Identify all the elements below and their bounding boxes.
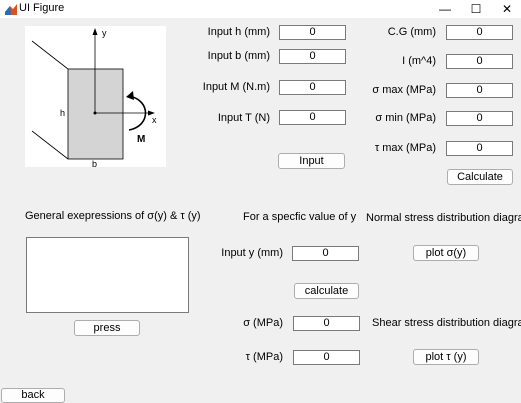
plot-sigma-button[interactable]: plot σ(y) bbox=[413, 245, 479, 261]
maximize-button[interactable]: ☐ bbox=[461, 0, 491, 18]
diagram-label-h: h bbox=[60, 108, 65, 118]
diagram-label-moment: M bbox=[137, 134, 145, 145]
cross-section-svg: y x h b M bbox=[31, 28, 157, 169]
input-h-field[interactable]: 0 bbox=[279, 25, 346, 40]
general-expressions-label: General exepressions of σ(y) & τ (y) bbox=[25, 210, 201, 222]
input-y-label: Input y (mm) bbox=[221, 247, 283, 259]
calculate-top-button[interactable]: Calculate bbox=[447, 169, 513, 185]
title-bar: UI Figure — ☐ ✕ bbox=[0, 0, 521, 18]
expressions-textarea[interactable] bbox=[26, 237, 189, 313]
input-y-field[interactable]: 0 bbox=[292, 246, 359, 261]
sigma-label: σ (MPa) bbox=[243, 317, 283, 329]
close-button[interactable]: ✕ bbox=[492, 0, 521, 18]
specific-value-label: For a specfic value of y bbox=[243, 211, 357, 223]
calculate-button[interactable]: calculate bbox=[294, 283, 359, 299]
input-button[interactable]: Input bbox=[278, 153, 345, 169]
minimize-button[interactable]: — bbox=[430, 0, 460, 18]
sigma-field[interactable]: 0 bbox=[293, 316, 360, 331]
input-m-label: Input M (N.m) bbox=[202, 81, 270, 93]
inertia-label: I (m^4) bbox=[402, 55, 436, 67]
diagram-label-b: b bbox=[92, 159, 97, 167]
tau-field[interactable]: 0 bbox=[293, 350, 360, 365]
input-m-field[interactable]: 0 bbox=[279, 80, 346, 95]
diagram-label-x: x bbox=[152, 115, 157, 125]
input-h-label: Input h (mm) bbox=[207, 26, 270, 38]
input-b-field[interactable]: 0 bbox=[279, 49, 346, 64]
sigma-min-field[interactable]: 0 bbox=[446, 111, 513, 126]
inertia-field[interactable]: 0 bbox=[446, 54, 513, 69]
tau-max-field[interactable]: 0 bbox=[446, 141, 513, 156]
back-button[interactable]: back bbox=[1, 388, 65, 403]
sigma-max-field[interactable]: 0 bbox=[446, 83, 513, 98]
cg-label: C.G (mm) bbox=[387, 26, 436, 38]
window-title: UI Figure bbox=[19, 2, 65, 14]
sigma-max-label: σ max (MPa) bbox=[372, 84, 436, 96]
shear-stress-label: Shear stress distribution diagram bbox=[372, 317, 521, 329]
tau-max-label: τ max (MPa) bbox=[374, 142, 436, 154]
matlab-app-icon bbox=[5, 4, 17, 15]
plot-tau-button[interactable]: plot τ (y) bbox=[413, 349, 479, 365]
input-t-field[interactable]: 0 bbox=[279, 110, 346, 125]
input-b-label: Input b (mm) bbox=[207, 50, 270, 62]
diagram-label-y: y bbox=[102, 28, 107, 38]
cross-section-diagram: y x h b M bbox=[25, 26, 166, 169]
normal-stress-label: Normal stress distribution diagram bbox=[366, 212, 521, 224]
press-button[interactable]: press bbox=[74, 320, 140, 336]
sigma-min-label: σ min (MPa) bbox=[375, 112, 436, 124]
tau-label: τ (MPa) bbox=[245, 351, 283, 363]
input-t-label: Input T (N) bbox=[217, 112, 270, 124]
cg-field[interactable]: 0 bbox=[446, 25, 513, 40]
